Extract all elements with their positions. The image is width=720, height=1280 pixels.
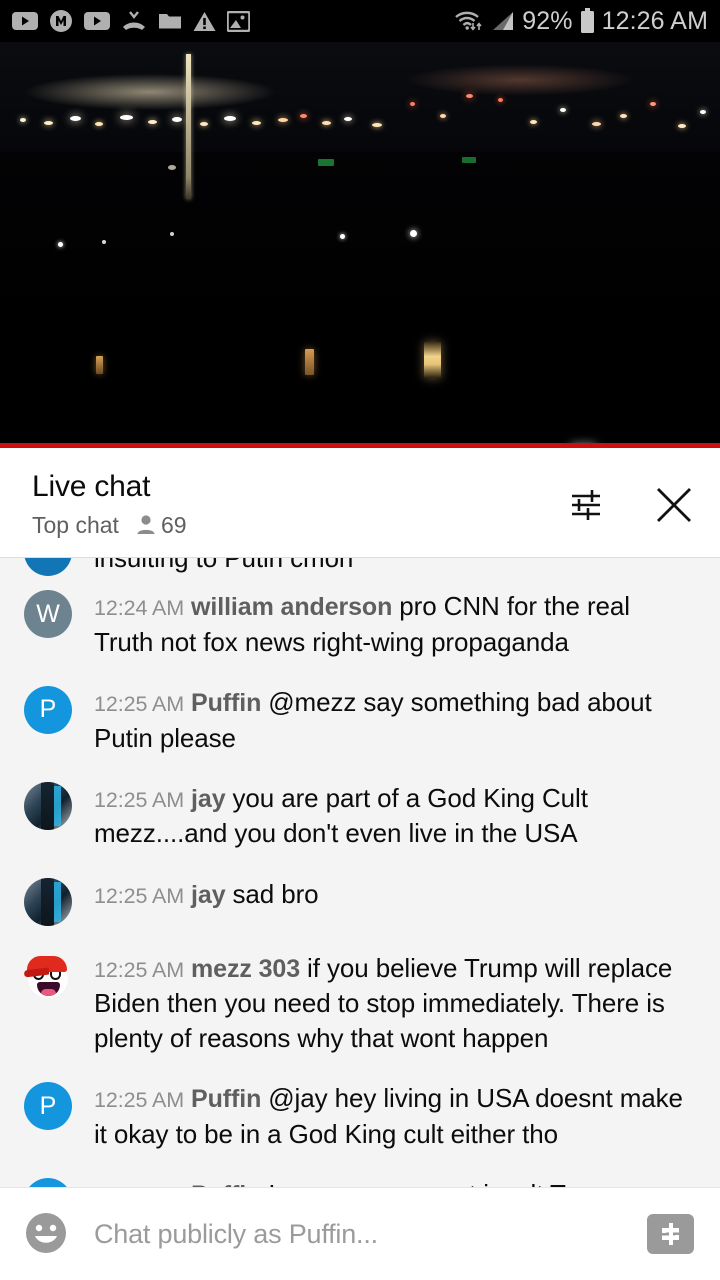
chat-mode-row[interactable]: Top chat 69 xyxy=(32,512,187,539)
m-badge-icon xyxy=(50,10,72,32)
battery-percent-label: 92% xyxy=(522,6,573,35)
message-text: sad bro xyxy=(232,878,319,909)
video-progress-bar[interactable] xyxy=(0,443,720,448)
cellular-signal-icon xyxy=(493,12,514,30)
message-timestamp: 12:25 AM xyxy=(94,883,185,908)
clock-label: 12:26 AM xyxy=(601,6,708,35)
video-light-pole xyxy=(186,54,191,199)
status-bar: 92% 12:26 AM xyxy=(0,0,720,42)
warning-triangle-icon xyxy=(193,11,216,31)
avatar: P xyxy=(24,685,72,734)
message-author[interactable]: Puffin xyxy=(191,689,261,717)
avatar-photo xyxy=(24,877,72,926)
message-author[interactable]: Puffin xyxy=(191,1085,261,1113)
video-sky xyxy=(0,42,720,162)
chat-message-row[interactable]: insulting to Putin cmon xyxy=(0,558,720,576)
avatar: P xyxy=(24,1082,72,1131)
image-icon xyxy=(227,10,250,32)
video-window-light-2 xyxy=(305,349,314,375)
chat-input[interactable] xyxy=(94,1218,647,1250)
message-text: insulting to Putin cmon xyxy=(94,558,353,573)
battery-icon xyxy=(580,8,594,33)
chat-message-body: 12:25 AM Puffin @jay hey living in USA doe… xyxy=(94,1080,694,1152)
live-chat-header-actions xyxy=(568,471,696,530)
message-timestamp: 12:25 AM xyxy=(94,1088,185,1113)
status-bar-system-icons: 92% 12:26 AM xyxy=(454,7,708,36)
chat-composer xyxy=(0,1187,720,1280)
wifi-data-icon xyxy=(455,11,482,31)
message-timestamp: 12:24 AM xyxy=(94,596,185,620)
video-foreground xyxy=(0,152,720,448)
chat-message-row[interactable]: 12:25 AM jay you are part of a God King Cu… xyxy=(0,768,720,864)
chat-message-body: 12:25 AM mezz 303 if you believe Trump wil… xyxy=(94,950,694,1057)
chat-message-row[interactable]: 12:25 AM mezz 303 if you believe Trump wil… xyxy=(0,938,720,1069)
chat-message-row[interactable]: P 12:25 AM Puffin @mezz say something bad a… xyxy=(0,672,720,768)
video-window-light-3 xyxy=(424,342,441,378)
chat-message-body: 12:26 AMPuffinI guess mezz cant insult T… xyxy=(94,1176,694,1187)
tune-sliders-icon xyxy=(572,490,600,520)
dollar-superchat-icon xyxy=(661,1223,679,1245)
chat-message-body: 12:25 AM jay you are part of a God King Cu… xyxy=(94,780,694,852)
message-author[interactable]: william anderson xyxy=(191,593,392,621)
live-chat-message-list[interactable]: insulting to Putin cmon W 12:24 AMwilliam … xyxy=(0,557,720,1187)
chat-message-row[interactable]: 12:25 AM jay sad bro xyxy=(0,864,720,938)
emoji-picker-button[interactable] xyxy=(22,1209,70,1260)
message-timestamp: 12:25 AM xyxy=(94,691,185,716)
viewer-count-group: 69 xyxy=(136,512,187,539)
message-author[interactable]: jay xyxy=(191,881,226,909)
close-x-icon xyxy=(657,488,691,522)
page-title: Live chat xyxy=(32,470,151,503)
chat-message-body: 12:25 AM Puffin @mezz say something bad ab… xyxy=(94,684,694,756)
status-bar-notification-icons xyxy=(12,9,250,33)
person-icon xyxy=(137,515,155,534)
missed-call-icon xyxy=(123,11,145,30)
close-chat-button[interactable] xyxy=(652,483,696,530)
avatar-photo xyxy=(24,781,72,830)
youtube-music-icon xyxy=(84,12,110,30)
chat-mode-label: Top chat xyxy=(32,511,119,538)
avatar xyxy=(24,558,72,576)
chat-message-body: insulting to Putin cmon xyxy=(94,558,353,576)
chat-message-row[interactable]: P 12:25 AM Puffin @jay hey living in USA do… xyxy=(0,1068,720,1164)
viewer-count-label: 69 xyxy=(160,511,187,538)
super-chat-button[interactable] xyxy=(647,1214,694,1254)
message-author[interactable]: jay xyxy=(191,785,226,813)
youtube-live-chat-screen: 92% 12:26 AM Live chat Top chat 69 W 12:… xyxy=(0,0,720,1280)
live-chat-header-titles: Live chat Top chat 69 xyxy=(32,471,187,539)
youtube-icon xyxy=(12,12,38,30)
live-chat-header: Live chat Top chat 69 xyxy=(0,453,720,557)
video-window-light-1 xyxy=(96,356,103,374)
chat-message-body: 12:25 AM jay sad bro xyxy=(94,876,319,913)
avatar-photo xyxy=(24,951,72,1000)
emoji-smiley-icon xyxy=(26,1212,66,1253)
avatar: W xyxy=(24,590,72,638)
chat-message-body: 12:24 AM william anderson pro CNN for the … xyxy=(94,588,694,660)
message-timestamp: 12:25 AM xyxy=(94,957,185,982)
live-video-player[interactable] xyxy=(0,42,720,448)
chat-settings-button[interactable] xyxy=(568,485,608,528)
message-timestamp: 12:25 AM xyxy=(94,787,185,812)
chat-message-row[interactable]: W 12:24 AM william anderson pro CNN for the… xyxy=(0,576,720,672)
message-author[interactable]: mezz 303 xyxy=(191,955,300,983)
avatar: P xyxy=(24,1178,72,1187)
chat-message-row[interactable]: P 12:26 AMPuffinI guess mezz cant insult … xyxy=(0,1164,720,1187)
folder-icon xyxy=(159,14,181,29)
